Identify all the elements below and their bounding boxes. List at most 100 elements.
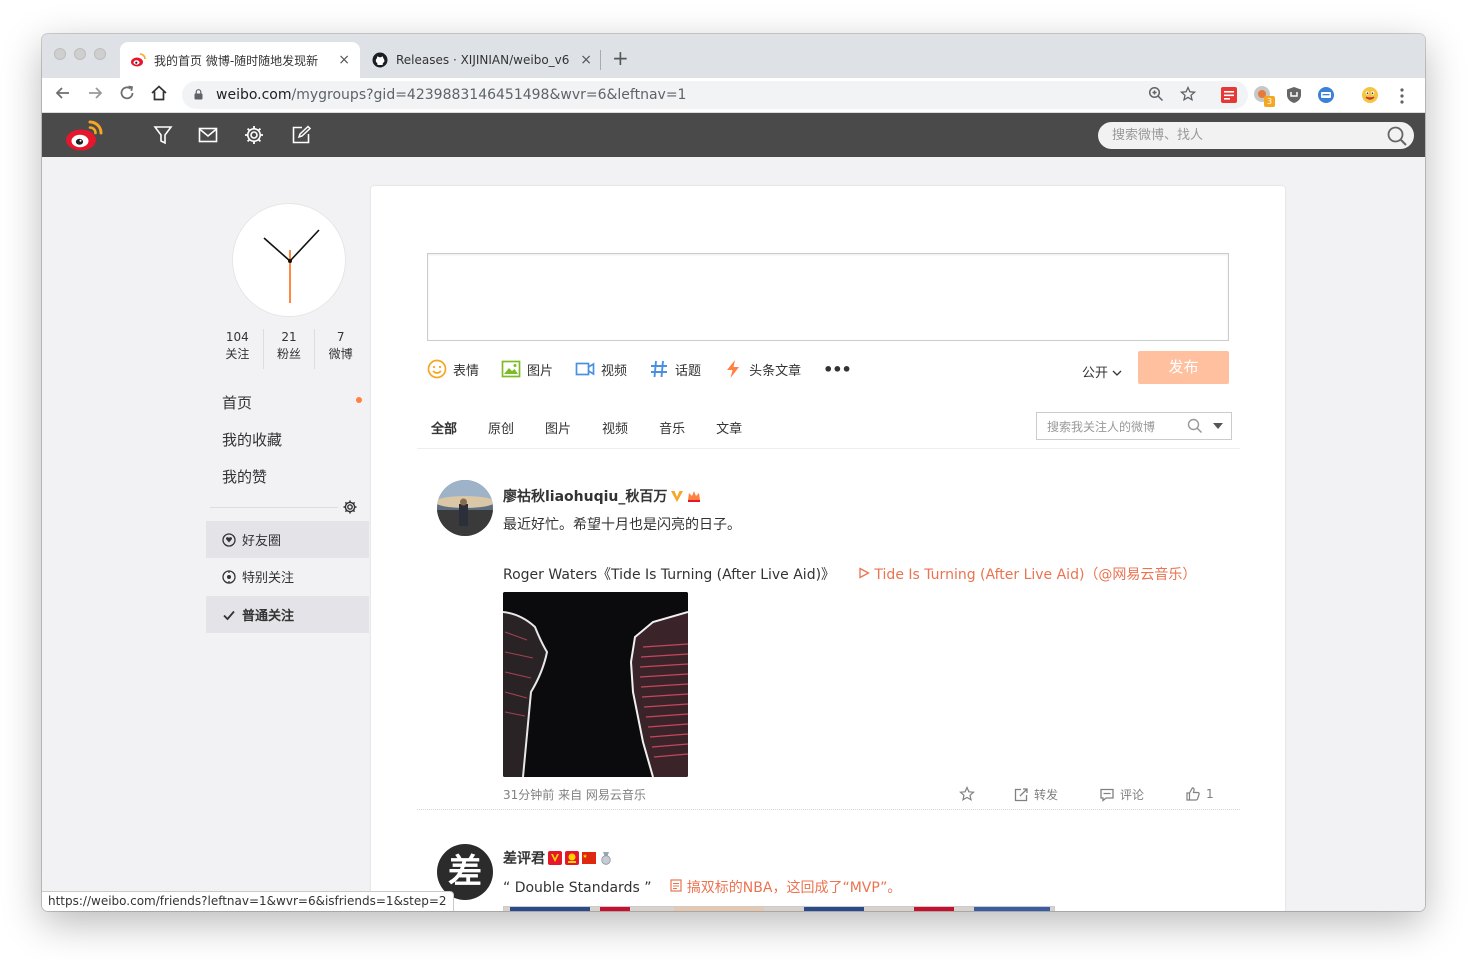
- avatar[interactable]: [232, 203, 346, 317]
- post-music-line: Roger Waters《Tide Is Turning (After Live…: [503, 564, 1196, 584]
- post-image[interactable]: [503, 592, 688, 777]
- article-icon: [670, 879, 682, 892]
- back-button[interactable]: [52, 84, 74, 107]
- mail-icon[interactable]: [197, 124, 219, 146]
- translate-extension-icon[interactable]: [1317, 86, 1335, 104]
- gear-icon[interactable]: [243, 124, 265, 146]
- repost-button[interactable]: 转发: [1013, 786, 1058, 803]
- emoji-tool[interactable]: 表情: [427, 359, 479, 379]
- play-icon: [859, 567, 870, 579]
- tool-label: 头条文章: [749, 363, 802, 379]
- music-source-link[interactable]: @网易云音乐: [1098, 567, 1182, 583]
- post-image[interactable]: [503, 906, 1055, 911]
- tab-music[interactable]: 音乐: [659, 418, 685, 437]
- leftnav-likes[interactable]: 我的赞: [222, 466, 267, 487]
- reload-button[interactable]: [116, 84, 138, 107]
- tab-weibo-home[interactable]: 我的首页 微博-随时随地发现新 ×: [120, 42, 360, 78]
- shield-extension-icon[interactable]: [1285, 86, 1303, 104]
- emoji-extension-icon[interactable]: [1361, 86, 1379, 104]
- tab-articles[interactable]: 文章: [716, 418, 742, 437]
- compose-icon[interactable]: [290, 124, 312, 146]
- comment-icon: [1100, 788, 1114, 802]
- following-count[interactable]: 104 关注: [212, 329, 264, 369]
- tab-close-icon[interactable]: ×: [338, 52, 350, 68]
- leftnav-home[interactable]: 首页: [222, 392, 252, 413]
- chevron-down-icon: [1112, 370, 1122, 376]
- address-bar[interactable]: weibo.com/mygroups?gid=4239883146451498&…: [182, 81, 1248, 109]
- group-friends-circle[interactable]: 好友圈: [206, 521, 369, 558]
- night-buildings-photo: [503, 592, 688, 777]
- zoom-window-button[interactable]: [94, 48, 106, 60]
- star-icon[interactable]: [1180, 86, 1196, 102]
- comment-button[interactable]: 评论: [1099, 786, 1144, 803]
- music-source-close: ）: [1182, 567, 1197, 583]
- group-special-follow[interactable]: 特别关注: [206, 558, 369, 595]
- weibo-count[interactable]: 7 微博: [315, 329, 366, 369]
- count-value: 104: [225, 330, 249, 344]
- url-host: weibo.com: [216, 87, 292, 103]
- image-tool[interactable]: 图片: [501, 359, 553, 379]
- weibo-logo-icon[interactable]: [64, 118, 104, 152]
- followers-count[interactable]: 21 粉丝: [264, 329, 316, 369]
- post-author-name[interactable]: 廖祜秋liaohuqiu_秋百万: [503, 486, 701, 506]
- tab-close-icon[interactable]: ×: [580, 52, 592, 68]
- browser-window: 我的首页 微博-随时随地发现新 × Releases · XIJINIAN/we…: [42, 34, 1425, 911]
- tab-images[interactable]: 图片: [545, 418, 571, 437]
- search-icon[interactable]: [1187, 418, 1203, 434]
- home-icon: [151, 85, 167, 101]
- music-title: Roger Waters《Tide Is Turning (After Live…: [503, 567, 836, 583]
- tab-strip: 我的首页 微博-随时随地发现新 × Releases · XIJINIAN/we…: [42, 34, 1425, 78]
- lightning-icon: [727, 360, 740, 378]
- weibo-page: 104 关注 21 粉丝 7 微博 首页 我的收藏 我的赞 好友圈 特别关注 普…: [42, 157, 1425, 911]
- search-icon[interactable]: [1386, 125, 1408, 147]
- tab-github-releases[interactable]: Releases · XIJINIAN/weibo_v6 ×: [362, 42, 602, 78]
- new-tab-button[interactable]: +: [612, 46, 629, 70]
- minimize-window-button[interactable]: [74, 48, 86, 60]
- topic-tool[interactable]: 话题: [649, 359, 701, 379]
- post-author-avatar[interactable]: [437, 480, 493, 536]
- close-window-button[interactable]: [54, 48, 66, 60]
- tab-title: Releases · XIJINIAN/weibo_v6: [396, 53, 570, 67]
- caret-down-icon[interactable]: [1213, 423, 1223, 430]
- home-button[interactable]: [148, 84, 170, 107]
- compose-textarea[interactable]: [427, 253, 1229, 341]
- reload-icon: [120, 85, 134, 100]
- forward-button[interactable]: [84, 84, 106, 107]
- tab-original[interactable]: 原创: [488, 418, 514, 437]
- post-quote: “ Double Standards ”: [503, 880, 652, 896]
- leftnav-favorites[interactable]: 我的收藏: [222, 429, 282, 450]
- post-author-name[interactable]: 差评君: [503, 848, 613, 868]
- group-label: 普通关注: [242, 609, 295, 624]
- video-tool[interactable]: 视频: [575, 359, 627, 379]
- like-button[interactable]: 1: [1185, 786, 1214, 802]
- mail-extension-icon[interactable]: 3: [1253, 85, 1275, 107]
- more-vertical-icon[interactable]: [1397, 87, 1407, 105]
- feed-search-input[interactable]: [1047, 418, 1182, 436]
- notes-extension-icon[interactable]: [1220, 86, 1238, 104]
- article-tool[interactable]: 头条文章: [723, 359, 801, 379]
- hashtag-icon: [651, 360, 668, 378]
- article-link[interactable]: 搞双标的NBA，这回成了“MVP”。: [687, 880, 902, 896]
- group-settings-gear-icon[interactable]: [342, 499, 358, 515]
- favorite-button[interactable]: [959, 786, 980, 802]
- music-link[interactable]: Tide Is Turning (After Live Aid): [874, 567, 1084, 583]
- browser-toolbar: weibo.com/mygroups?gid=4239883146451498&…: [42, 78, 1425, 113]
- publish-button[interactable]: 发布: [1138, 351, 1229, 384]
- count-value: 7: [336, 330, 345, 344]
- zoom-icon[interactable]: [1148, 86, 1164, 102]
- tool-label: 图片: [527, 363, 554, 379]
- url-text: weibo.com/mygroups?gid=4239883146451498&…: [216, 87, 686, 103]
- author-name-text: 差评君: [503, 851, 545, 867]
- arrow-left-icon: [55, 87, 69, 99]
- tool-label: 视频: [601, 363, 628, 379]
- group-normal-follow[interactable]: 普通关注: [206, 596, 369, 633]
- friends-circle-icon: [222, 532, 236, 547]
- weibo-search-input[interactable]: [1112, 126, 1372, 145]
- tabs-divider: [417, 448, 1240, 449]
- tab-videos[interactable]: 视频: [602, 418, 628, 437]
- filter-icon[interactable]: [152, 124, 174, 146]
- weibo-favicon-icon: [131, 53, 146, 67]
- visibility-dropdown[interactable]: 公开: [1082, 362, 1122, 381]
- more-tools-button[interactable]: •••: [823, 360, 852, 379]
- tab-all[interactable]: 全部: [431, 418, 457, 437]
